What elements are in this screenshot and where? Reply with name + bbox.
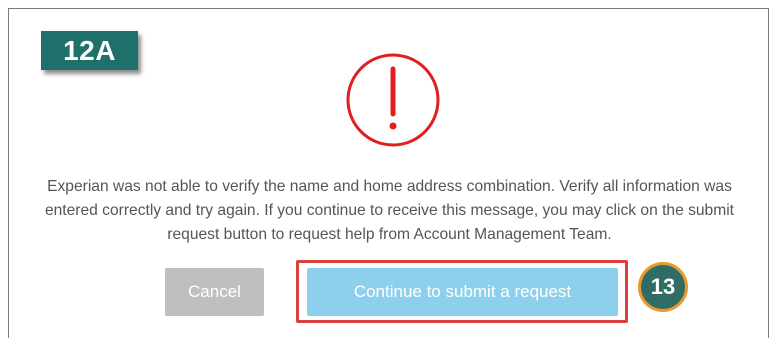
error-message: Experian was not able to verify the name… [44,178,735,243]
exclamation-circle-icon [346,53,440,147]
continue-submit-request-button[interactable]: Continue to submit a request [307,268,618,316]
cancel-button[interactable]: Cancel [165,268,264,316]
step-number-circle: 13 [638,262,688,312]
step-label-badge: 12A [41,31,138,70]
